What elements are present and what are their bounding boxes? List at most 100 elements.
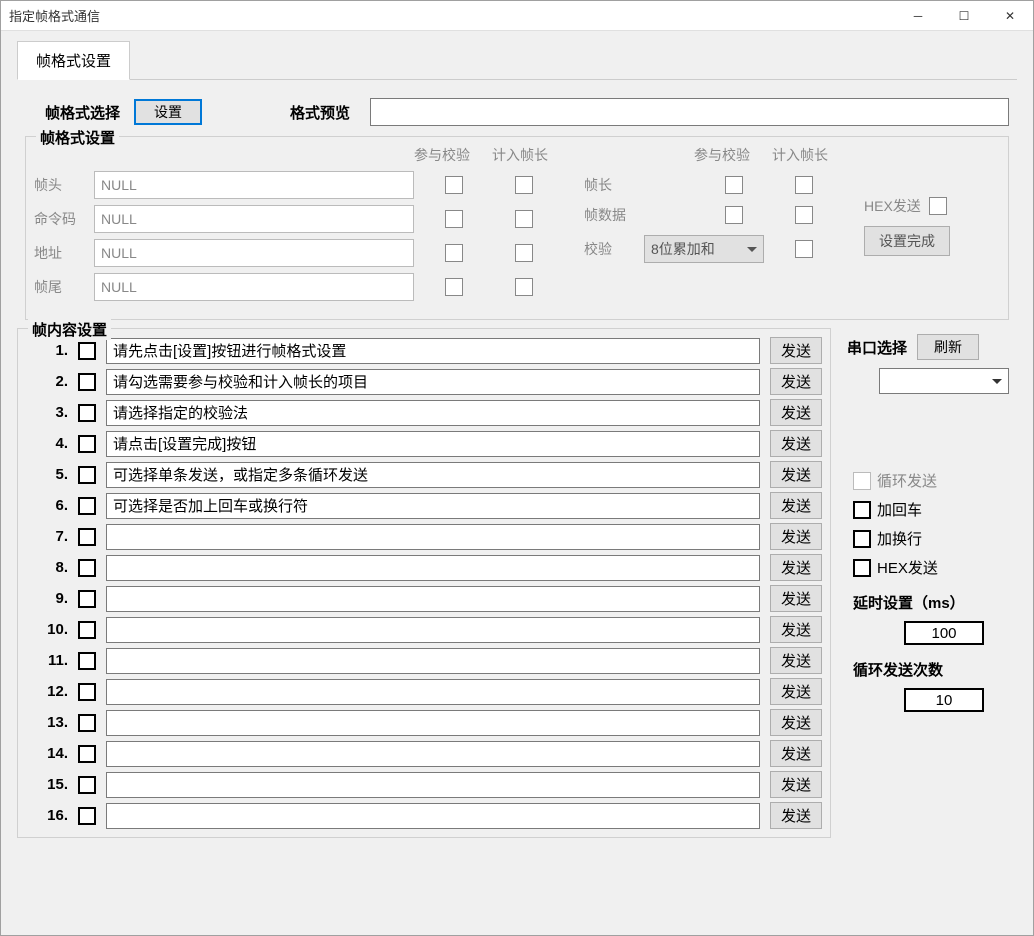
frame-data-count-checkbox[interactable] [795,206,813,224]
row-send-button[interactable]: 发送 [770,492,822,519]
fmt-row-input[interactable] [94,171,414,199]
row-input[interactable] [106,524,760,550]
row-input[interactable] [106,338,760,364]
hex-send-option[interactable]: HEX发送 [853,557,1017,578]
row-number: 2. [26,373,68,390]
row-send-button[interactable]: 发送 [770,709,822,736]
fmt-row-input[interactable] [94,239,414,267]
format-preview-input[interactable] [370,98,1009,126]
checksum-count-checkbox[interactable] [795,240,813,258]
fmt-verify-checkbox[interactable] [445,210,463,228]
row-send-button[interactable]: 发送 [770,802,822,829]
row-input[interactable] [106,710,760,736]
row-checkbox[interactable] [78,776,96,794]
content-row: 7.发送 [26,523,822,550]
content-row: 16. 发送 [26,802,822,829]
fmt-count-checkbox[interactable] [515,176,533,194]
row-input[interactable] [106,803,760,829]
row-send-button[interactable]: 发送 [770,523,822,550]
row-checkbox[interactable] [78,435,96,453]
client-area: 帧格式设置 帧格式选择 设置 格式预览 帧格式设置 参与校验 计入帧长 帧头命令… [1,31,1033,935]
settings-button[interactable]: 设置 [134,99,202,125]
row-send-button[interactable]: 发送 [770,585,822,612]
add-cr-option[interactable]: 加回车 [853,499,1017,520]
row-checkbox[interactable] [78,342,96,360]
content-row: 15.发送 [26,771,822,798]
row-send-button[interactable]: 发送 [770,771,822,798]
row-checkbox[interactable] [78,590,96,608]
row-checkbox[interactable] [78,714,96,732]
row-number: 8. [26,559,68,576]
row-number: 3. [26,404,68,421]
port-combo[interactable] [879,368,1009,394]
row-send-button[interactable]: 发送 [770,616,822,643]
row-input[interactable] [106,617,760,643]
fmt-count-checkbox[interactable] [515,244,533,262]
frame-len-label: 帧长 [584,175,634,195]
row-checkbox[interactable] [78,404,96,422]
row-send-button[interactable]: 发送 [770,554,822,581]
fmt-verify-checkbox[interactable] [445,244,463,262]
row-number: 16. [26,807,68,824]
row-checkbox[interactable] [78,497,96,515]
row-checkbox[interactable] [78,745,96,763]
close-button[interactable]: ✕ [987,1,1033,31]
row-number: 13. [26,714,68,731]
add-cr-checkbox[interactable] [853,501,871,519]
row-checkbox[interactable] [78,466,96,484]
tab-frame-format[interactable]: 帧格式设置 [17,41,130,80]
hex-send-checkbox[interactable] [853,559,871,577]
minimize-button[interactable]: ─ [895,1,941,31]
loop-send-option[interactable]: 循环发送 [853,470,1017,491]
fmt-verify-checkbox[interactable] [445,176,463,194]
row-input[interactable] [106,369,760,395]
row-input[interactable] [106,462,760,488]
row-input[interactable] [106,679,760,705]
fmt-verify-checkbox[interactable] [445,278,463,296]
row-checkbox[interactable] [78,807,96,825]
row-send-button[interactable]: 发送 [770,399,822,426]
row-checkbox[interactable] [78,559,96,577]
add-lf-option[interactable]: 加换行 [853,528,1017,549]
refresh-button[interactable]: 刷新 [917,334,979,360]
fmt-row-input[interactable] [94,205,414,233]
maximize-button[interactable]: ☐ [941,1,987,31]
delay-input[interactable] [904,621,984,645]
fmt-row-label: 帧尾 [34,277,84,297]
row-input[interactable] [106,400,760,426]
frame-len-verify-checkbox[interactable] [725,176,743,194]
row-checkbox[interactable] [78,621,96,639]
row-send-button[interactable]: 发送 [770,337,822,364]
row-input[interactable] [106,772,760,798]
row-send-button[interactable]: 发送 [770,740,822,767]
row-send-button[interactable]: 发送 [770,368,822,395]
window-title: 指定帧格式通信 [1,6,895,25]
hex-send-top-checkbox[interactable] [929,197,947,215]
checksum-combo[interactable]: 8位累加和 [644,235,764,263]
loop-send-checkbox[interactable] [853,472,871,490]
row-checkbox[interactable] [78,373,96,391]
row-checkbox[interactable] [78,652,96,670]
row-send-button[interactable]: 发送 [770,678,822,705]
add-lf-checkbox[interactable] [853,530,871,548]
fmt-count-checkbox[interactable] [515,210,533,228]
row-send-button[interactable]: 发送 [770,430,822,457]
frame-data-verify-checkbox[interactable] [725,206,743,224]
settings-finish-button[interactable]: 设置完成 [864,226,950,256]
row-input[interactable] [106,493,760,519]
fmt-count-checkbox[interactable] [515,278,533,296]
row-send-button[interactable]: 发送 [770,461,822,488]
row-input[interactable] [106,555,760,581]
row-input[interactable] [106,741,760,767]
row-input[interactable] [106,648,760,674]
fmt-row-input[interactable] [94,273,414,301]
row-input[interactable] [106,431,760,457]
row-send-button[interactable]: 发送 [770,647,822,674]
row-number: 6. [26,497,68,514]
frame-len-count-checkbox[interactable] [795,176,813,194]
row-checkbox[interactable] [78,683,96,701]
loop-count-input[interactable] [904,688,984,712]
row-checkbox[interactable] [78,528,96,546]
fmt-row-label: 命令码 [34,209,84,229]
row-input[interactable] [106,586,760,612]
